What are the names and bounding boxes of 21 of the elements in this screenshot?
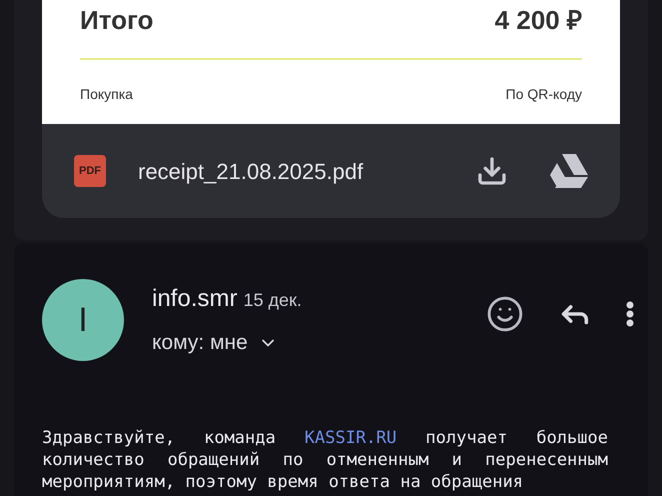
- emoji-button[interactable]: [486, 295, 524, 333]
- avatar: I: [42, 279, 124, 361]
- more-icon: [626, 301, 634, 327]
- recipient-toggle[interactable]: кому: мне: [152, 327, 302, 358]
- total-label: Итого: [80, 4, 154, 36]
- download-button[interactable]: [476, 155, 508, 187]
- kassir-link[interactable]: KASSIR.RU: [304, 428, 397, 448]
- payment-method: По QR-коду: [506, 85, 582, 104]
- total-value: 4 200 ₽: [494, 4, 582, 36]
- sender-name: info.smr: [152, 284, 238, 314]
- smile-icon: [486, 295, 524, 333]
- file-name: receipt_21.08.2025.pdf: [138, 158, 364, 186]
- message-body: Здравствуйте, команда KASSIR.RU получает большое количество обращений по отмененным и перенесенным мероприятиям, поэтому время ответа на обращения: [42, 427, 608, 493]
- drive-icon: [550, 154, 588, 188]
- pdf-badge: PDF: [74, 155, 106, 187]
- download-icon: [476, 155, 508, 187]
- attachment-bar[interactable]: PDF receipt_21.08.2025.pdf: [42, 124, 620, 218]
- message-date: 15 дек.: [243, 289, 302, 312]
- drive-button[interactable]: [550, 154, 588, 188]
- more-button[interactable]: [626, 301, 634, 327]
- purchase-label: Покупка: [80, 85, 133, 104]
